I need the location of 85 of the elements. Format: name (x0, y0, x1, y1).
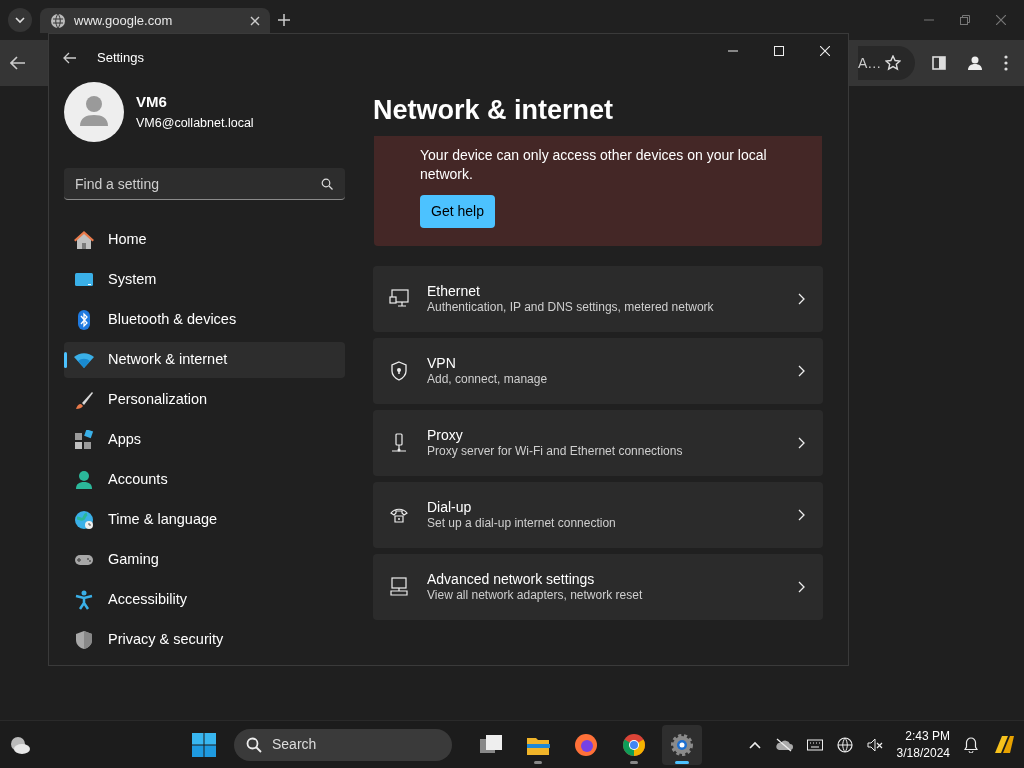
shield-icon (389, 360, 409, 381)
row-subtitle: Set up a dial-up internet connection (427, 516, 617, 532)
sidebar-item[interactable]: System (64, 262, 345, 298)
new-tab-icon[interactable] (278, 14, 290, 26)
chevron-right-icon (798, 436, 805, 449)
taskbar-search[interactable]: Search (234, 728, 452, 761)
person-icon (74, 470, 94, 490)
ethernet-monitor-icon (389, 288, 409, 309)
avatar-icon (64, 82, 124, 142)
settings-row[interactable]: Advanced network settings View all network adapters, network reset (373, 553, 823, 620)
wifi-icon (74, 350, 94, 370)
sidebar-item[interactable]: Personalization (64, 382, 345, 418)
settings-row[interactable]: Proxy Proxy server for Wi-Fi and Ethernet connections (373, 409, 823, 476)
close-icon[interactable] (250, 15, 260, 26)
server-icon (389, 432, 409, 453)
restore-icon[interactable] (960, 15, 970, 25)
profile-icon[interactable] (966, 54, 984, 72)
sidebar-item[interactable]: Time & language (64, 502, 345, 538)
menu-icon[interactable] (1004, 55, 1008, 71)
row-subtitle: View all network adapters, network reset (427, 588, 644, 604)
row-subtitle: Proxy server for Wi-Fi and Ethernet connections (427, 444, 684, 460)
account-name: VM6 (136, 92, 168, 113)
browser-tab[interactable]: www.google.com (40, 8, 270, 33)
search-icon (246, 736, 262, 753)
chevron-down-icon[interactable] (14, 16, 26, 24)
sidebar-item[interactable]: Privacy & security (64, 622, 345, 658)
speaker-muted-icon[interactable] (866, 737, 883, 752)
sidebar-item[interactable]: Accounts (64, 462, 345, 498)
time-text: 2:43 PM (904, 728, 950, 745)
back-arrow-icon[interactable] (10, 56, 26, 70)
search-label: Search (272, 735, 317, 754)
tab-search-button[interactable] (8, 8, 32, 32)
back-arrow-icon[interactable] (63, 52, 77, 64)
apps-icon (74, 430, 94, 450)
sidebar-item[interactable]: Network & internet (64, 342, 345, 378)
row-subtitle: Add, connect, manage (427, 372, 549, 388)
accessibility-icon (74, 590, 94, 610)
address-bar[interactable]: A… (858, 46, 915, 80)
weather-icon[interactable] (8, 734, 32, 755)
window-title: Settings (97, 49, 144, 68)
sidebar-item[interactable]: Home (64, 222, 345, 258)
sidebar-item[interactable]: Gaming (64, 542, 345, 578)
account-email: VM6@collabnet.local (136, 114, 254, 132)
sidebar-item[interactable]: Bluetooth & devices (64, 302, 345, 338)
maximize-icon[interactable] (774, 46, 784, 56)
start-icon[interactable] (192, 732, 216, 757)
alert-text: Your device can only access other devices on your local network. (420, 146, 768, 183)
globe-icon[interactable] (836, 736, 853, 753)
gear-icon (670, 732, 694, 757)
row-title: Ethernet (427, 281, 481, 301)
row-title: Dial-up (427, 497, 473, 517)
search-icon (321, 178, 333, 190)
globe-clock-icon (74, 510, 94, 530)
taskbar-app[interactable] (662, 724, 702, 765)
chevron-right-icon (798, 292, 805, 305)
settings-row[interactable]: Ethernet Authentication, IP and DNS settings, metered network (373, 265, 823, 332)
brush-icon (74, 390, 94, 410)
date-text: 3/18/2024 (896, 744, 950, 761)
bell-icon[interactable] (964, 736, 978, 753)
settings-row[interactable]: VPN Add, connect, manage (373, 337, 823, 404)
row-title: VPN (427, 353, 457, 373)
keyboard-icon[interactable] (806, 738, 823, 751)
tab-title: www.google.com (74, 11, 174, 30)
computer-icon (389, 576, 409, 597)
home-icon (74, 230, 94, 250)
chevron-right-icon (798, 508, 805, 521)
row-title: Proxy (427, 425, 464, 445)
row-title: Advanced network settings (427, 569, 596, 589)
page-title: Network & internet (373, 94, 615, 127)
search-field[interactable]: Find a setting (64, 168, 345, 200)
get-help-button[interactable]: Get help (420, 194, 495, 228)
address-text: A… (858, 53, 882, 73)
clock[interactable]: 2:43 PM 3/18/2024 (896, 728, 950, 761)
sidebar-item[interactable]: Accessibility (64, 582, 345, 618)
chevron-right-icon (798, 364, 805, 377)
sidebar-item[interactable]: Apps (64, 422, 345, 458)
row-subtitle: Authentication, IP and DNS settings, metered network (427, 300, 715, 316)
settings-row[interactable]: Dial-up Set up a dial-up internet connection (373, 481, 823, 548)
shield-icon (74, 630, 94, 650)
chevron-up-icon[interactable] (748, 740, 761, 749)
side-panel-icon[interactable] (932, 56, 946, 70)
star-icon[interactable] (885, 55, 902, 71)
cloud-off-icon[interactable] (774, 737, 793, 752)
chevron-right-icon (798, 580, 805, 593)
globe-icon (50, 12, 66, 29)
